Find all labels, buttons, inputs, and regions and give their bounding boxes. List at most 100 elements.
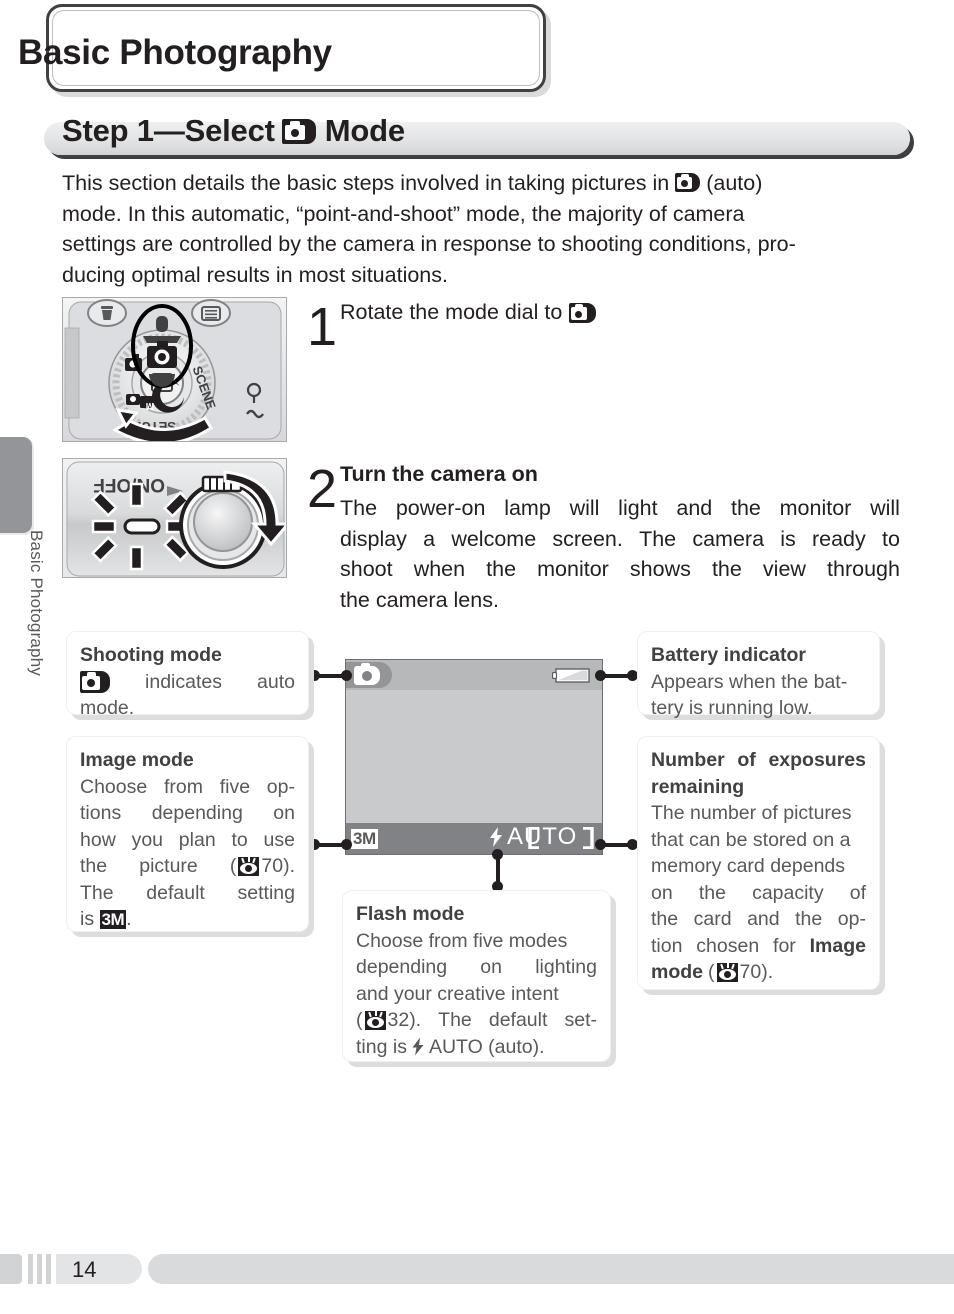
- word: on: [273, 802, 295, 824]
- callout-image-mode: Image mode Choose from five op- tions de…: [66, 736, 309, 932]
- intro-line-4: ducing optimal results in most situation…: [62, 262, 448, 287]
- word: and: [676, 496, 713, 520]
- word: Number: [651, 749, 725, 771]
- word: lighting: [535, 956, 597, 978]
- word: the: [531, 201, 562, 226]
- intro-line-2: mode. In this automatic, “point-and-shoo…: [62, 199, 894, 230]
- dot-flash-top: [492, 849, 503, 860]
- word: you: [131, 828, 164, 851]
- reference-group: ( 70).: [230, 853, 295, 880]
- callout-image-mode-line-4: the picture ( 70).: [80, 853, 295, 880]
- mode-dial-svg: M SCENE SETUP: [63, 298, 286, 441]
- callout-exposures-line-1: The number of pictures: [651, 802, 852, 824]
- callout-flash-line-4: ( 32). The default set-: [356, 1007, 597, 1034]
- mode-dial-illustration: M SCENE SETUP: [62, 297, 287, 442]
- callout-battery-indicator: Battery indicator Appears when the bat- …: [637, 631, 880, 719]
- word: use: [263, 828, 295, 851]
- word: majority: [567, 201, 643, 226]
- step-1-heading-text: Rotate the mode dial to: [340, 300, 563, 324]
- callout-shooting-mode-line-2: mode.: [80, 697, 135, 719]
- chapter-tab-marker: [0, 437, 32, 533]
- word: chosen: [696, 934, 760, 957]
- word: welcome: [451, 526, 537, 551]
- intro-line-1: This section details the basic steps inv…: [62, 168, 894, 199]
- word: setting: [237, 881, 295, 904]
- word: the: [698, 881, 726, 904]
- page-ref: 70).: [739, 961, 774, 983]
- callout-image-mode-line-2: tions depending on: [80, 800, 295, 827]
- callout-exposures-title-line-1: Number of exposures: [651, 747, 866, 774]
- step-1-number: 1: [307, 297, 338, 357]
- chapter-side-label: Basic Photography: [27, 530, 46, 677]
- section-heading-post: Mode: [324, 113, 405, 148]
- word: steps: [342, 171, 395, 195]
- dot-shooting-mode-right: [341, 670, 352, 681]
- word: will: [569, 496, 600, 520]
- word: to: [231, 828, 248, 851]
- camera-auto-icon: [281, 118, 316, 144]
- callout-exposures-line-2: that can be stored on a: [651, 828, 851, 851]
- word: on: [480, 956, 502, 978]
- camera-auto-icon: [354, 663, 380, 685]
- callout-shooting-mode-line-1: indicates auto: [80, 669, 295, 696]
- callout-exposures-line-5: the card and the op-: [651, 906, 866, 933]
- word: of: [648, 201, 667, 226]
- word: is: [80, 908, 95, 930]
- step-2-line-3: shoot when the monitor shows the view th…: [340, 554, 900, 585]
- word: display: [340, 526, 407, 551]
- footer-left-block: [0, 1254, 22, 1284]
- callout-flash-line-5: ting is AUTO (auto).: [356, 1034, 597, 1061]
- callout-exposures-line-6: tion chosen for Image: [651, 933, 866, 960]
- intro-line-3: settings are controlled by the camera in…: [62, 232, 796, 256]
- word: details: [182, 171, 245, 195]
- word: automatic,: [191, 201, 291, 226]
- word: default: [146, 881, 205, 904]
- word: default: [488, 1009, 548, 1031]
- callout-shooting-mode: Shooting mode indicates auto mode.: [66, 631, 309, 719]
- word: depending: [151, 802, 243, 824]
- callout-image-mode-line-6: is 3M.: [80, 908, 132, 930]
- flash-bolt-icon: [412, 1037, 424, 1056]
- bold-term: mode: [651, 961, 704, 983]
- step-2-body: The power-on lamp will light and the mon…: [340, 493, 900, 615]
- callout-image-mode-line-1: Choose from five op-: [80, 774, 295, 801]
- word: shoot: [340, 557, 393, 581]
- callout-flash-line-3: and your creative intent: [356, 982, 559, 1005]
- reference-eye-icon: [716, 962, 738, 982]
- footer-page-pill: 14: [56, 1254, 142, 1284]
- word: tions: [80, 802, 122, 824]
- callout-flash-title: Flash mode: [356, 903, 465, 925]
- word: five: [219, 775, 251, 798]
- word: for: [773, 934, 796, 957]
- word: This: [62, 171, 103, 195]
- page-number: 14: [72, 1257, 97, 1282]
- callout-image-mode-line-3: how you plan to use: [80, 827, 295, 854]
- word: of: [849, 881, 866, 904]
- word: how: [80, 828, 116, 851]
- word: screen.: [552, 526, 623, 551]
- word: mode,: [466, 201, 526, 226]
- word: section: [108, 171, 177, 195]
- word: a: [423, 526, 436, 551]
- word: (auto): [706, 171, 763, 195]
- word: The: [639, 526, 677, 551]
- svg-text:ON/OFF: ON/OFF: [93, 474, 165, 495]
- word: The: [438, 1009, 472, 1031]
- callout-exposures-line-4: on the capacity of: [651, 880, 866, 907]
- callout-flash-line-1: Choose from five modes: [356, 929, 568, 952]
- word: through: [827, 557, 900, 581]
- word: basic: [286, 171, 337, 195]
- dot-image-mode-left: [309, 839, 320, 850]
- word: picture: [139, 855, 198, 877]
- step-1-heading: Rotate the mode dial to: [340, 300, 597, 325]
- page-ref: 70).: [261, 855, 295, 877]
- dot-image-mode-right: [341, 839, 352, 850]
- word: power-on: [395, 496, 486, 520]
- reference-group: ( 70).: [708, 959, 773, 986]
- bold-term: Image: [809, 934, 866, 957]
- power-switch-illustration: ON/OFF: [62, 458, 287, 578]
- reference-eye-icon: [238, 856, 260, 876]
- section-heading: Step 1—Select Mode: [62, 113, 405, 149]
- intro-paragraph: This section details the basic steps inv…: [62, 168, 894, 290]
- word: lamp: [504, 496, 551, 520]
